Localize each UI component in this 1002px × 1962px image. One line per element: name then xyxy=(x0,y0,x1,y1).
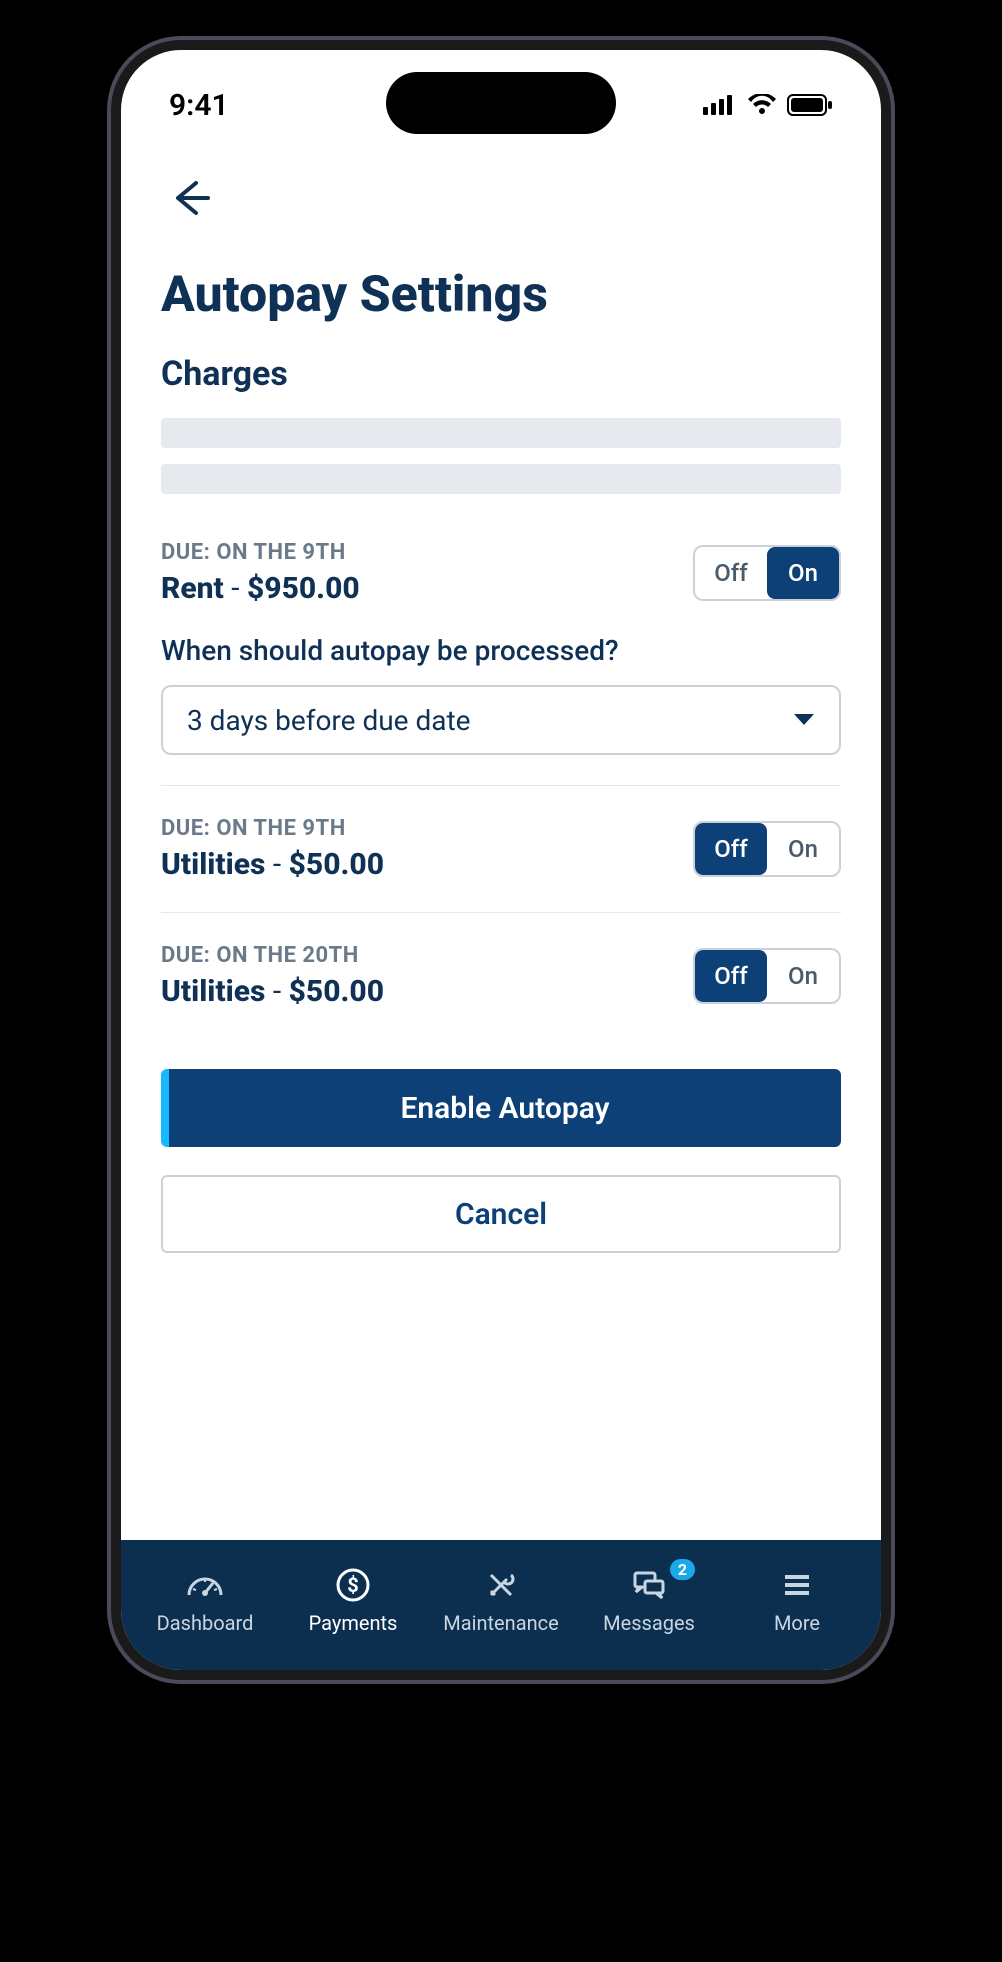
tab-label: Maintenance xyxy=(443,1611,558,1635)
charge-item: DUE: ON THE 9TH Rent - $950.00 Off On Wh… xyxy=(161,510,841,786)
phone-frame: 9:41 Autopay Settings Charges DUE: ON TH… xyxy=(111,40,891,1680)
charge-name: Utilities xyxy=(161,847,265,882)
tab-dashboard[interactable]: Dashboard xyxy=(131,1565,279,1635)
due-label: DUE: xyxy=(161,540,210,565)
chat-icon xyxy=(629,1565,669,1605)
dollar-icon: $ xyxy=(333,1565,373,1605)
chevron-down-icon xyxy=(793,713,815,727)
status-icons xyxy=(703,94,833,116)
charge-sep: - xyxy=(265,974,288,1009)
charge-sep: - xyxy=(224,571,247,606)
tab-label: Payments xyxy=(309,1611,398,1635)
due-label: DUE: xyxy=(161,816,210,841)
charges-placeholder xyxy=(161,418,841,494)
battery-icon xyxy=(787,94,833,116)
due-label: DUE: xyxy=(161,943,210,968)
toggle-on[interactable]: On xyxy=(767,547,839,599)
cancel-button[interactable]: Cancel xyxy=(161,1175,841,1253)
tab-label: Messages xyxy=(603,1611,695,1635)
charge-amount: $50.00 xyxy=(289,974,384,1009)
autopay-toggle[interactable]: Off On xyxy=(693,948,841,1004)
toggle-off[interactable]: Off xyxy=(695,547,767,599)
status-time: 9:41 xyxy=(169,88,229,123)
select-value: 3 days before due date xyxy=(187,704,471,737)
charge-item: DUE: ON THE 20TH Utilities - $50.00 Off … xyxy=(161,913,841,1039)
section-charges-title: Charges xyxy=(161,354,841,394)
charge-sep: - xyxy=(265,847,288,882)
tab-maintenance[interactable]: Maintenance xyxy=(427,1565,575,1635)
gauge-icon xyxy=(185,1565,225,1605)
tab-payments[interactable]: $ Payments xyxy=(279,1565,427,1635)
charge-item: DUE: ON THE 9TH Utilities - $50.00 Off O… xyxy=(161,786,841,913)
due-value: ON THE 9TH xyxy=(216,816,345,841)
toggle-off[interactable]: Off xyxy=(695,823,767,875)
charge-amount: $950.00 xyxy=(247,571,360,606)
placeholder-bar xyxy=(161,418,841,448)
toggle-off[interactable]: Off xyxy=(695,950,767,1002)
tab-messages[interactable]: 2 Messages xyxy=(575,1565,723,1635)
menu-icon xyxy=(777,1565,817,1605)
charge-info: DUE: ON THE 9TH Utilities - $50.00 xyxy=(161,816,384,882)
autopay-toggle[interactable]: Off On xyxy=(693,545,841,601)
due-value: ON THE 9TH xyxy=(216,540,345,565)
dynamic-island xyxy=(386,72,616,134)
content-area: Autopay Settings Charges DUE: ON THE 9TH… xyxy=(121,140,881,1540)
svg-text:$: $ xyxy=(347,1573,358,1597)
placeholder-bar xyxy=(161,464,841,494)
autopay-toggle[interactable]: Off On xyxy=(693,821,841,877)
charge-name: Rent xyxy=(161,571,224,606)
toggle-on[interactable]: On xyxy=(767,950,839,1002)
tab-label: Dashboard xyxy=(157,1611,254,1635)
charge-name: Utilities xyxy=(161,974,265,1009)
autopay-schedule-select[interactable]: 3 days before due date xyxy=(161,685,841,755)
tab-label: More xyxy=(774,1611,820,1635)
messages-badge: 2 xyxy=(670,1559,695,1580)
arrow-left-icon xyxy=(166,175,212,221)
page-title: Autopay Settings xyxy=(161,266,841,324)
back-button[interactable] xyxy=(161,170,217,226)
tools-icon xyxy=(481,1565,521,1605)
tab-bar: Dashboard $ Payments Maintenance 2 Messa… xyxy=(121,1540,881,1670)
charge-amount: $50.00 xyxy=(289,847,384,882)
wifi-icon xyxy=(747,94,777,116)
charge-info: DUE: ON THE 9TH Rent - $950.00 xyxy=(161,540,360,606)
toggle-on[interactable]: On xyxy=(767,823,839,875)
due-value: ON THE 20TH xyxy=(216,943,359,968)
enable-autopay-button[interactable]: Enable Autopay xyxy=(161,1069,841,1147)
tab-more[interactable]: More xyxy=(723,1565,871,1635)
charge-info: DUE: ON THE 20TH Utilities - $50.00 xyxy=(161,943,384,1009)
autopay-schedule-question: When should autopay be processed? xyxy=(161,634,841,667)
cellular-icon xyxy=(703,95,737,115)
